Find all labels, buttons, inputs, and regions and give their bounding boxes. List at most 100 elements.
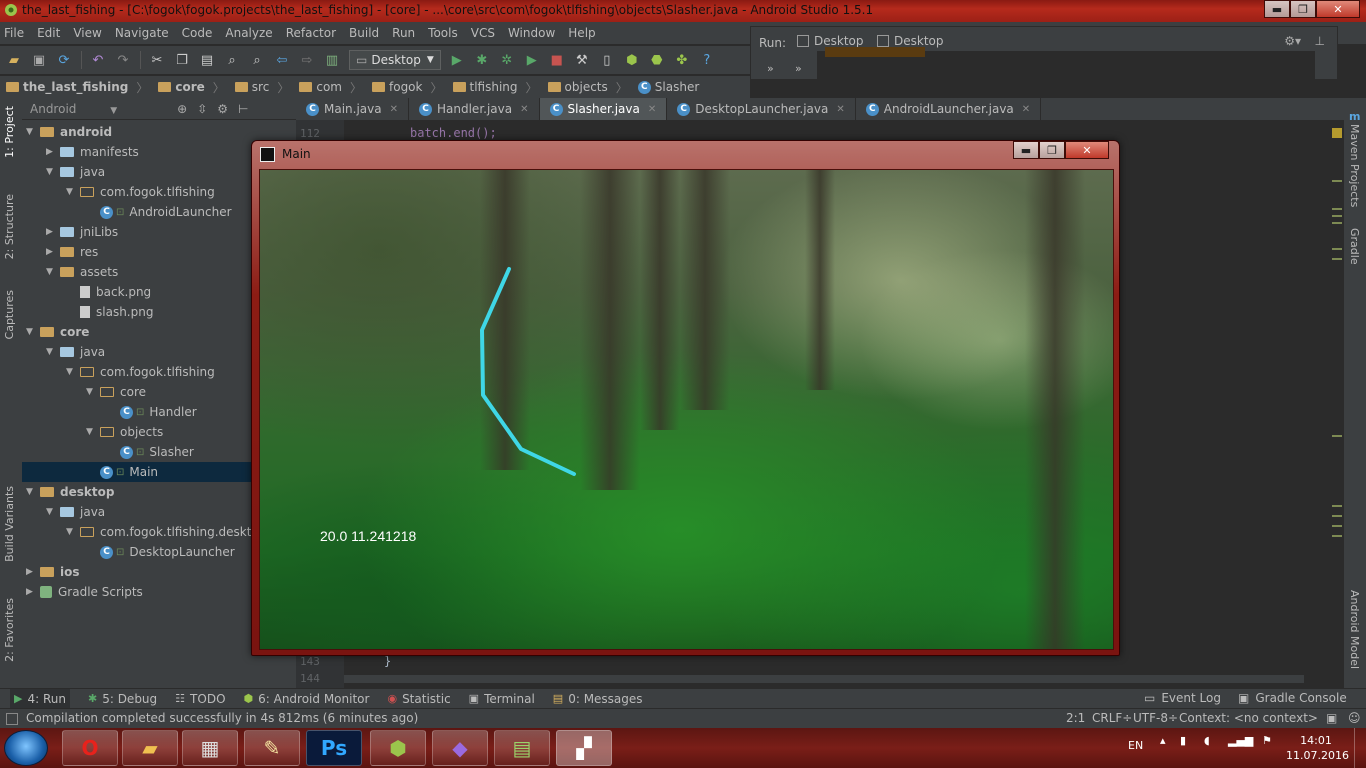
caret-position[interactable]: 2:1 (1066, 711, 1085, 725)
file-encoding[interactable]: UTF-8÷ (1133, 711, 1178, 725)
breadcrumb-objects[interactable]: objects 〉 (547, 79, 628, 96)
expanded-arrow-icon[interactable]: ▼ (26, 127, 40, 137)
status-message[interactable]: Compilation completed successfully in 4s… (26, 711, 418, 725)
close-icon[interactable]: ✕ (648, 104, 656, 115)
back-icon[interactable]: ⇦ (274, 52, 290, 68)
breadcrumb-tlfishing[interactable]: tlfishing 〉 (452, 79, 538, 96)
libgdx-icon[interactable]: ▞ (556, 730, 612, 766)
menu-code[interactable]: Code (182, 26, 213, 40)
expanded-arrow-icon[interactable]: ▼ (86, 427, 100, 437)
error-stripe[interactable] (1332, 120, 1342, 688)
open-icon[interactable]: ▰ (6, 52, 22, 68)
tab-captures[interactable]: Captures (3, 290, 16, 339)
breadcrumb-fogok[interactable]: fogok 〉 (372, 79, 443, 96)
collapsed-arrow-icon[interactable]: ▶ (26, 567, 40, 577)
tab-main-java[interactable]: C Main.java ✕ (296, 98, 409, 120)
tab-favorites[interactable]: 2: Favorites (3, 598, 16, 662)
expanded-arrow-icon[interactable]: ▼ (46, 267, 60, 277)
menu-analyze[interactable]: Analyze (225, 26, 272, 40)
language-indicator[interactable]: EN (1128, 739, 1143, 752)
close-button[interactable]: ✕ (1316, 0, 1360, 18)
breadcrumb-core[interactable]: core 〉 (158, 79, 225, 96)
calculator-icon[interactable]: ▦ (182, 730, 238, 766)
close-icon[interactable]: ✕ (1022, 104, 1030, 115)
marker[interactable] (1332, 248, 1342, 250)
chevron-right-icon[interactable]: » (767, 62, 774, 75)
menu-help[interactable]: Help (568, 26, 595, 40)
battery-icon[interactable]: ▮ (1180, 734, 1186, 747)
lock-icon[interactable]: ▣ (1326, 711, 1337, 725)
opera-icon[interactable]: O (62, 730, 118, 766)
toggle-tool-windows-icon[interactable] (6, 713, 18, 725)
android-icon[interactable]: ⬢ (624, 52, 640, 68)
expanded-arrow-icon[interactable]: ▼ (86, 387, 100, 397)
sync-icon[interactable]: ⟳ (56, 52, 72, 68)
android-icon[interactable]: ✤ (674, 52, 690, 68)
marker[interactable] (1332, 535, 1342, 537)
minimize-button[interactable]: ▬ (1013, 141, 1039, 159)
expanded-arrow-icon[interactable]: ▼ (66, 187, 80, 197)
collapsed-arrow-icon[interactable]: ▶ (46, 247, 60, 257)
marker[interactable] (1332, 435, 1342, 437)
system-clock[interactable]: 14:01 11.07.2016 (1286, 733, 1349, 763)
copy-icon[interactable]: ❐ (174, 52, 190, 68)
visual-studio-icon[interactable]: ◆ (432, 730, 488, 766)
marker[interactable] (1332, 258, 1342, 260)
photoshop-icon[interactable]: Ps (306, 730, 362, 766)
make-icon[interactable]: ▥ (324, 52, 340, 68)
hide-panel-icon[interactable]: ⊥ (1315, 34, 1325, 48)
tab-desktoplauncher-java[interactable]: C DesktopLauncher.java ✕ (667, 98, 856, 120)
replace-icon[interactable]: ⌕ (249, 52, 265, 68)
sync-target-icon[interactable]: ⊕ (177, 102, 187, 116)
game-window[interactable]: Main ▬ ❐ ✕ 20.0 11.241218 (251, 140, 1120, 656)
tab-statistic[interactable]: ◉ Statistic (387, 692, 450, 706)
warning-marker[interactable] (1332, 128, 1342, 138)
marker[interactable] (1332, 215, 1342, 217)
marker[interactable] (1332, 525, 1342, 527)
breadcrumb-slasher[interactable]: C Slasher (637, 80, 699, 94)
close-icon[interactable]: ✕ (520, 104, 528, 115)
context-indicator[interactable]: Context: <no context> (1179, 711, 1318, 725)
network-signal-icon[interactable]: ▂▄▆ (1228, 734, 1253, 747)
coverage-icon[interactable]: ▶ (524, 52, 540, 68)
menu-file[interactable]: File (4, 26, 24, 40)
show-desktop-button[interactable] (1354, 728, 1366, 768)
sdk-manager-icon[interactable]: ⚒ (574, 52, 590, 68)
paste-icon[interactable]: ▤ (199, 52, 215, 68)
menu-edit[interactable]: Edit (37, 26, 60, 40)
collapsed-arrow-icon[interactable]: ▶ (46, 147, 60, 157)
save-icon[interactable]: ▣ (31, 52, 47, 68)
cut-icon[interactable]: ✂ (149, 52, 165, 68)
tab-slasher-java[interactable]: C Slasher.java ✕ (539, 98, 668, 120)
gear-icon[interactable]: ⚙ (217, 102, 228, 116)
hide-panel-icon[interactable]: ⊢ (238, 102, 248, 116)
close-icon[interactable]: ✕ (390, 104, 398, 115)
tab-android-model[interactable]: Android Model (1348, 590, 1361, 669)
expanded-arrow-icon[interactable]: ▼ (46, 167, 60, 177)
inspector-icon[interactable]: ☺ (1348, 711, 1361, 725)
run-tab-desktop-2[interactable]: Desktop (877, 34, 944, 48)
collapse-icon[interactable]: ⇳ (197, 102, 207, 116)
android-icon[interactable]: ⬣ (649, 52, 665, 68)
menu-tools[interactable]: Tools (428, 26, 458, 40)
collapsed-arrow-icon[interactable]: ▶ (26, 587, 40, 597)
android-studio-icon[interactable]: ⬢ (370, 730, 426, 766)
avd-icon[interactable]: ▯ (599, 52, 615, 68)
volume-icon[interactable]: ◖ (1204, 734, 1210, 747)
run-console[interactable] (817, 47, 1315, 79)
run-tab-desktop[interactable]: Desktop (797, 34, 864, 48)
breadcrumb-project[interactable]: the_last_fishing 〉 (6, 79, 148, 96)
menu-run[interactable]: Run (392, 26, 415, 40)
gear-icon[interactable]: ⚙▾ (1284, 34, 1301, 48)
tab-handler-java[interactable]: C Handler.java ✕ (409, 98, 540, 120)
tab-androidlauncher-java[interactable]: C AndroidLauncher.java ✕ (856, 98, 1042, 120)
tab-debug[interactable]: ✱ 5: Debug (88, 692, 157, 706)
run-config-select[interactable]: ▭ Desktop ▼ (349, 50, 441, 70)
chevron-right-icon[interactable]: » (795, 62, 802, 75)
close-icon[interactable]: ✕ (836, 104, 844, 115)
tab-gradle-console[interactable]: ▣ Gradle Console (1238, 691, 1347, 705)
tab-structure[interactable]: 2: Structure (3, 194, 16, 259)
marker[interactable] (1332, 505, 1342, 507)
attach-icon[interactable]: ✲ (499, 52, 515, 68)
stop-icon[interactable]: ■ (549, 52, 565, 68)
